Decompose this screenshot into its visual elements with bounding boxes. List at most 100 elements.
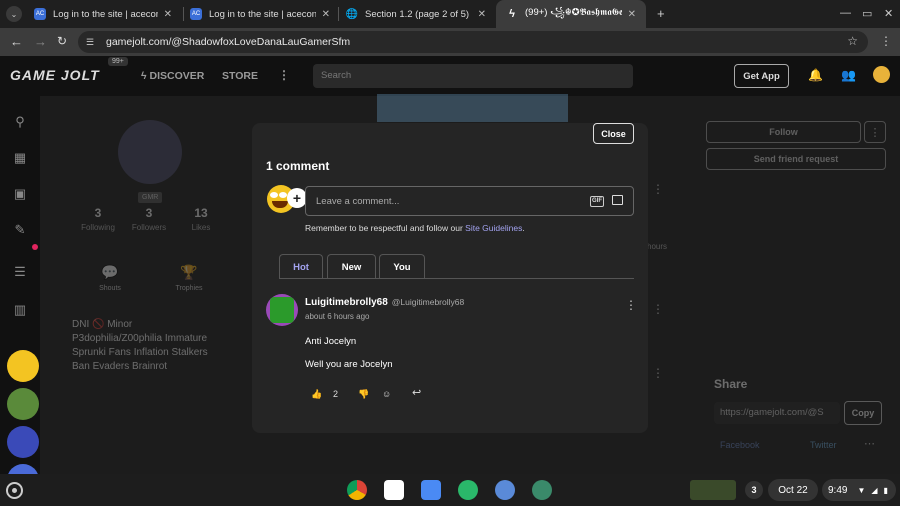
send-friend-request-button[interactable]: Send friend request	[706, 148, 886, 170]
comment-username[interactable]: Luigitimebrolly68	[305, 297, 388, 308]
activity-icon[interactable]: ⚲	[10, 112, 30, 132]
battery-icon: ▮	[883, 485, 888, 495]
add-reaction-icon[interactable]: ☺	[382, 389, 391, 399]
twitter-share-link[interactable]: Twitter	[810, 440, 837, 450]
bio-line: Sprunki Fans Inflation Stalkers	[72, 347, 208, 358]
notification-bell-icon[interactable]: 🔔	[808, 68, 823, 82]
copy-button[interactable]: Copy	[844, 401, 882, 425]
notification-count[interactable]: 3	[745, 481, 763, 499]
community-avatar[interactable]	[7, 350, 39, 382]
settings-icon[interactable]	[495, 480, 515, 500]
friends-icon[interactable]: 👥	[841, 68, 856, 82]
maximize-icon[interactable]: ▭	[862, 7, 872, 20]
chrome-icon[interactable]	[347, 480, 367, 500]
post-time: hours	[647, 242, 668, 251]
post-menu-icon[interactable]: ⋮	[652, 182, 664, 196]
terminal-icon[interactable]	[532, 480, 552, 500]
new-tab-icon[interactable]: +	[657, 6, 665, 21]
gif-icon[interactable]: GIF	[590, 196, 604, 207]
tab-search-button[interactable]: ⌄	[6, 6, 22, 22]
post-menu-icon[interactable]: ⋮	[652, 366, 664, 380]
url-field[interactable]: ☰ gamejolt.com/@ShadowfoxLoveDanaLauGame…	[78, 31, 868, 53]
back-icon[interactable]: ←	[10, 34, 23, 49]
site-info-icon[interactable]: ☰	[86, 37, 98, 47]
comment-time[interactable]: about 6 hours ago	[305, 312, 370, 321]
browser-menu-icon[interactable]: ⋮	[880, 34, 892, 48]
user-avatar[interactable]	[873, 66, 890, 83]
reply-icon[interactable]: ↩	[412, 386, 421, 399]
post-menu-icon[interactable]: ⋮	[652, 302, 664, 316]
close-tab-icon[interactable]: ✕	[322, 9, 330, 20]
shouts-shortcut[interactable]: 💬 Shouts	[90, 264, 130, 292]
comment-input[interactable]: Leave a comment...	[305, 186, 634, 216]
bio-line: Ban Evaders Brainrot	[72, 361, 168, 372]
stat-value: 3	[145, 206, 153, 220]
like-icon[interactable]: 👍	[311, 389, 322, 400]
library-icon[interactable]: ▥	[10, 300, 30, 320]
meet-icon[interactable]	[458, 480, 478, 500]
tab-you[interactable]: You	[379, 254, 425, 279]
profile-avatar	[118, 120, 182, 184]
launcher-icon[interactable]	[6, 482, 23, 499]
reload-icon[interactable]: ↻	[57, 34, 67, 48]
date-display[interactable]: Oct 22	[768, 479, 818, 501]
share-title: Share	[714, 377, 748, 391]
community-avatar[interactable]	[7, 388, 39, 420]
bio-line: P3dophilia/Z00philia Immature	[72, 333, 208, 344]
tab-title: (99+) ꧁☬✪𝕭𝖆𝖘𝖍𝖒𝖆𝕲𝖊𝖆𝖗	[525, 7, 622, 18]
add-attachment-button[interactable]: +	[287, 188, 307, 208]
community-avatar[interactable]	[7, 426, 39, 458]
community-avatar[interactable]	[7, 464, 39, 474]
profile-bio: DNI 🚫 Minor P3dophilia/Z00philia Immatur…	[72, 318, 208, 374]
stat-followers[interactable]: 3 Followers	[119, 206, 179, 232]
image-icon[interactable]	[612, 195, 623, 205]
shortcut-label: Shouts	[99, 285, 121, 292]
browser-tab[interactable]: AC Log in to the site | aceconnect ✕	[24, 0, 182, 28]
trophies-shortcut[interactable]: 🏆 Trophies	[169, 264, 209, 292]
close-tab-icon[interactable]: ✕	[628, 9, 636, 20]
facebook-share-link[interactable]: Facebook	[720, 440, 760, 450]
bookmark-star-icon[interactable]: ☆	[847, 34, 858, 48]
commenter-avatar[interactable]	[266, 294, 298, 326]
alert-dot	[32, 244, 38, 250]
screenshot-thumbnail[interactable]	[690, 480, 736, 500]
close-tab-icon[interactable]: ✕	[478, 9, 486, 20]
status-tray[interactable]: 9:49 ▼ ◢ ▮	[822, 479, 896, 501]
comment-menu-icon[interactable]: ⋮	[625, 298, 637, 312]
profile-more-icon[interactable]: ⋮	[864, 121, 886, 143]
page: GAME JOLT 99+ ϟ DISCOVER STORE ⋮ Search …	[0, 56, 900, 474]
trophy-icon: 🏆	[180, 264, 198, 280]
share-url-field[interactable]: https://gamejolt.com/@S	[714, 402, 840, 424]
store-link[interactable]: STORE	[222, 70, 258, 82]
comments-title: 1 comment	[266, 159, 330, 173]
follow-button[interactable]: Follow	[706, 121, 861, 143]
close-window-icon[interactable]: ✕	[884, 7, 893, 20]
backpack-icon[interactable]: ▣	[10, 184, 30, 204]
search-input[interactable]: Search	[313, 64, 633, 88]
quests-icon[interactable]: ✎	[10, 220, 30, 240]
files-icon[interactable]	[421, 480, 441, 500]
browser-tab[interactable]: AC Log in to the site | aceconnect ✕	[180, 0, 340, 28]
more-menu-icon[interactable]: ⋮	[278, 68, 290, 82]
browser-tab[interactable]: 🌐 Section 1.2 (page 2 of 5) | aceconn ✕	[336, 0, 496, 28]
bio-line: DNI 🚫 Minor	[72, 319, 133, 330]
gmail-icon[interactable]	[384, 480, 404, 500]
tab-hot[interactable]: Hot	[279, 254, 323, 279]
get-app-button[interactable]: Get App	[734, 64, 789, 88]
stat-likes[interactable]: 13 Likes	[171, 206, 231, 232]
site-guidelines-link[interactable]: Site Guidelines	[465, 223, 522, 233]
share-more-icon[interactable]: ⋯	[864, 437, 875, 450]
close-tab-icon[interactable]: ✕	[164, 9, 172, 20]
minimize-icon[interactable]: —	[840, 7, 851, 19]
tab-new[interactable]: New	[327, 254, 376, 279]
dislike-icon[interactable]: 👎	[358, 389, 369, 400]
comment-sort-tabs: Hot New You	[279, 254, 634, 279]
discover-link[interactable]: ϟ DISCOVER	[141, 70, 204, 82]
close-button[interactable]: Close	[593, 123, 634, 144]
chat-icon[interactable]: ☰	[10, 262, 30, 282]
forward-icon[interactable]: →	[34, 34, 47, 49]
store-icon[interactable]: ▦	[10, 148, 30, 168]
comment-handle[interactable]: @Luigitimebrolly68	[392, 297, 464, 307]
gamejolt-logo[interactable]: GAME JOLT	[10, 67, 100, 83]
browser-tab-active[interactable]: ϟ (99+) ꧁☬✪𝕭𝖆𝖘𝖍𝖒𝖆𝕲𝖊𝖆𝖗 ✕	[496, 0, 646, 28]
